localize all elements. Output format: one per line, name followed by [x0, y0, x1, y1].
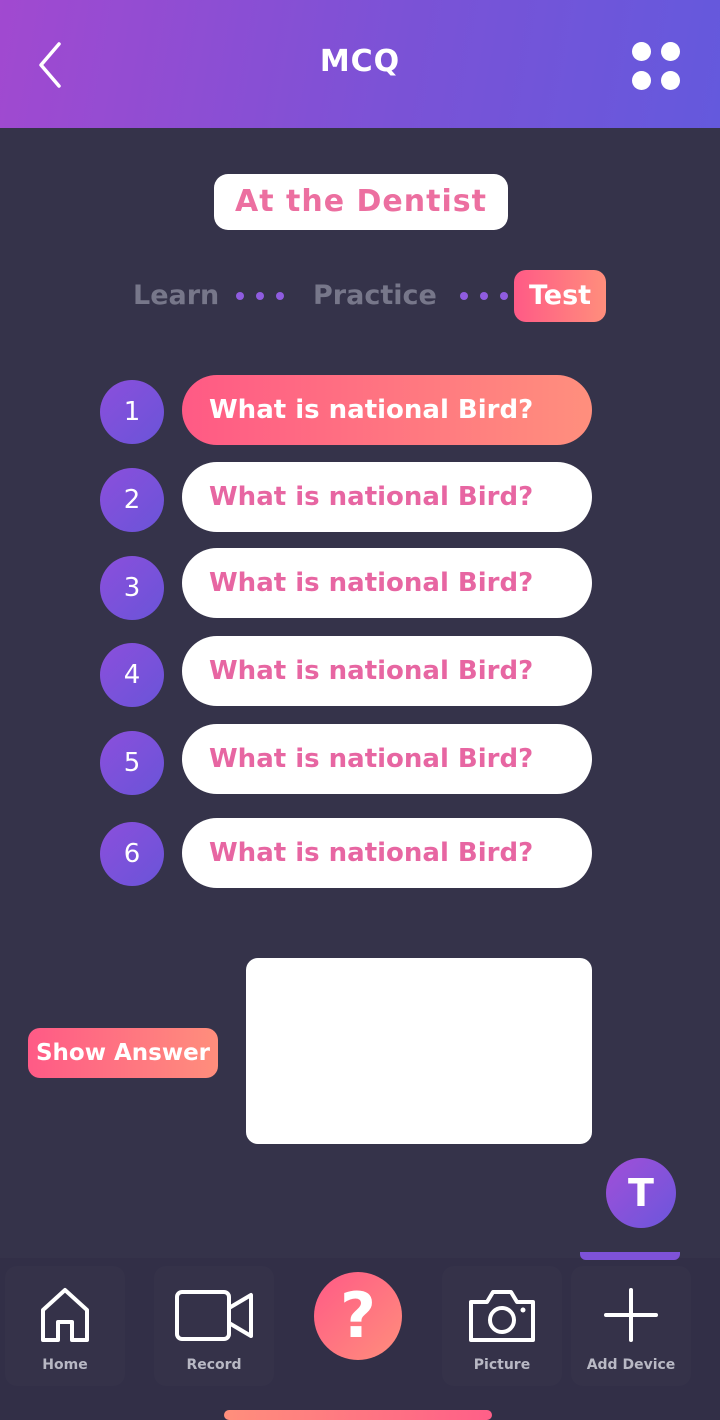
nav-add-device-label: Add Device: [586, 1357, 676, 1373]
answer-box: [246, 958, 592, 1144]
home-indicator: [224, 1410, 492, 1420]
nav-picture[interactable]: Picture: [442, 1266, 562, 1386]
question-number: 3: [100, 556, 164, 620]
nav-add-device[interactable]: Add Device: [571, 1266, 691, 1386]
nav-home-label: Home: [42, 1357, 88, 1373]
step-practice[interactable]: Practice: [313, 276, 437, 316]
nav-home[interactable]: Home: [5, 1266, 125, 1386]
question-item[interactable]: What is national Bird?: [182, 375, 592, 445]
nav-record-label: Record: [186, 1357, 242, 1373]
question-item[interactable]: What is national Bird?: [182, 636, 592, 706]
avatar[interactable]: T: [606, 1158, 676, 1228]
question-item[interactable]: What is national Bird?: [182, 818, 592, 888]
question-item[interactable]: What is national Bird?: [182, 548, 592, 618]
question-number: 4: [100, 643, 164, 707]
topic-title: At the Dentist: [214, 174, 508, 230]
question-number: 2: [100, 468, 164, 532]
question-number: 1: [100, 380, 164, 444]
nav-record[interactable]: Record: [154, 1266, 274, 1386]
video-camera-icon: [175, 1290, 253, 1341]
camera-icon: [469, 1290, 535, 1342]
question-number: 5: [100, 731, 164, 795]
header-bar: MCQ: [0, 0, 720, 128]
question-item[interactable]: What is national Bird?: [182, 462, 592, 532]
page-title: MCQ: [319, 44, 401, 79]
active-nav-indicator: [580, 1252, 680, 1260]
help-button[interactable]: ?: [314, 1272, 402, 1360]
question-number: 6: [100, 822, 164, 886]
home-icon: [41, 1288, 89, 1342]
grid-menu-button[interactable]: [628, 38, 684, 94]
step-learn[interactable]: Learn: [133, 276, 219, 316]
plus-icon: [604, 1288, 658, 1342]
question-item[interactable]: What is national Bird?: [182, 724, 592, 794]
show-answer-button[interactable]: Show Answer: [28, 1028, 218, 1078]
step-test[interactable]: Test: [514, 270, 606, 322]
nav-picture-label: Picture: [473, 1357, 531, 1373]
help-icon: ?: [340, 1279, 376, 1352]
